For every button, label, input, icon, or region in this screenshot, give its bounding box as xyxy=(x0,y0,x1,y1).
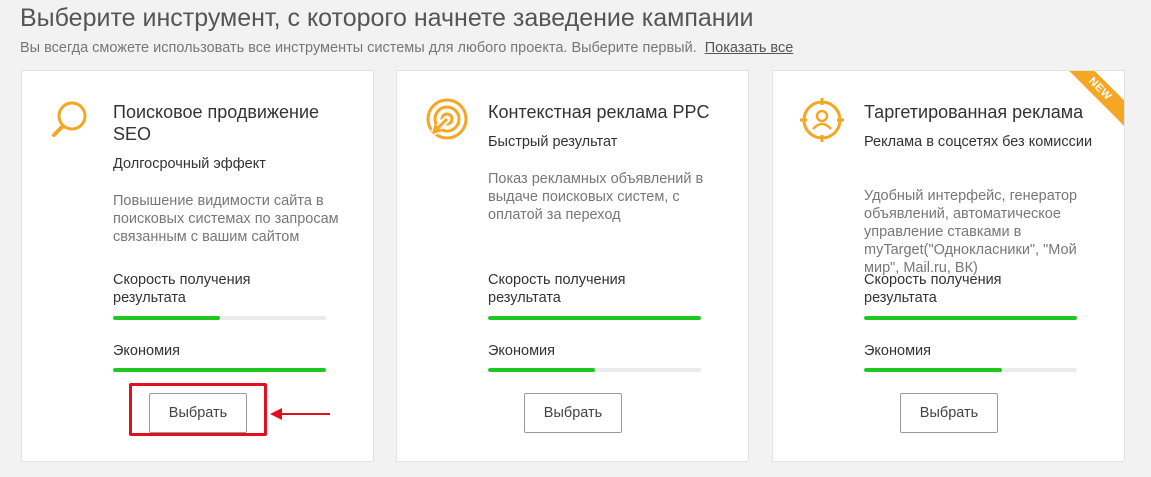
card-description: Повышение видимости сайта в поисковых си… xyxy=(113,193,339,245)
arrow-left-icon xyxy=(270,408,330,420)
subtitle-text: Вы всегда сможете использовать все инстр… xyxy=(20,40,697,56)
speed-bar xyxy=(488,316,701,320)
economy-bar xyxy=(113,368,326,372)
select-button-ppc[interactable]: Выбрать xyxy=(524,393,622,433)
speed-bar xyxy=(113,316,326,320)
economy-label: Экономия xyxy=(864,343,931,359)
speed-label: Скорость получения результата xyxy=(864,272,1002,306)
economy-bar-fill xyxy=(864,368,1003,372)
card-subtitle: Быстрый результат xyxy=(488,134,618,150)
card-targeted: NEW Таргетированная реклама Реклама в со… xyxy=(772,70,1125,462)
economy-label: Экономия xyxy=(488,343,555,359)
speed-label: Скорость получения результата xyxy=(488,272,626,306)
economy-bar-fill xyxy=(488,368,595,372)
highlight-box xyxy=(129,383,267,436)
speed-label: Скорость получения результата xyxy=(113,272,251,306)
magnifier-icon xyxy=(52,101,87,137)
show-all-link[interactable]: Показать все xyxy=(705,40,794,56)
card-description: Показ рекламных объявлений в выдаче поис… xyxy=(488,171,704,223)
card-title: Таргетированная реклама xyxy=(864,102,1084,122)
speed-bar-fill xyxy=(113,316,220,320)
card-description: Удобный интерфейс, генератор объявлений,… xyxy=(864,188,1078,276)
card-ppc: Контекстная реклама PPC Быстрый результа… xyxy=(396,70,749,462)
target-cursor-icon xyxy=(426,98,468,140)
page-subtitle: Вы всегда сможете использовать все инстр… xyxy=(20,40,793,56)
page-title: Выберите инструмент, с которого начнете … xyxy=(20,4,754,32)
target-user-icon xyxy=(800,98,844,142)
economy-bar xyxy=(864,368,1077,372)
card-title: Поисковое продвижение SEO xyxy=(113,102,320,144)
economy-bar xyxy=(488,368,701,372)
card-subtitle: Долгосрочный эффект xyxy=(113,156,266,172)
economy-bar-fill xyxy=(113,368,326,372)
card-title: Контекстная реклама PPC xyxy=(488,102,710,122)
card-subtitle: Реклама в соцсетях без комиссии xyxy=(864,134,1093,150)
economy-label: Экономия xyxy=(113,343,180,359)
speed-bar-fill xyxy=(488,316,701,320)
select-button-targeted[interactable]: Выбрать xyxy=(900,393,998,433)
speed-bar-fill xyxy=(864,316,1077,320)
speed-bar xyxy=(864,316,1077,320)
